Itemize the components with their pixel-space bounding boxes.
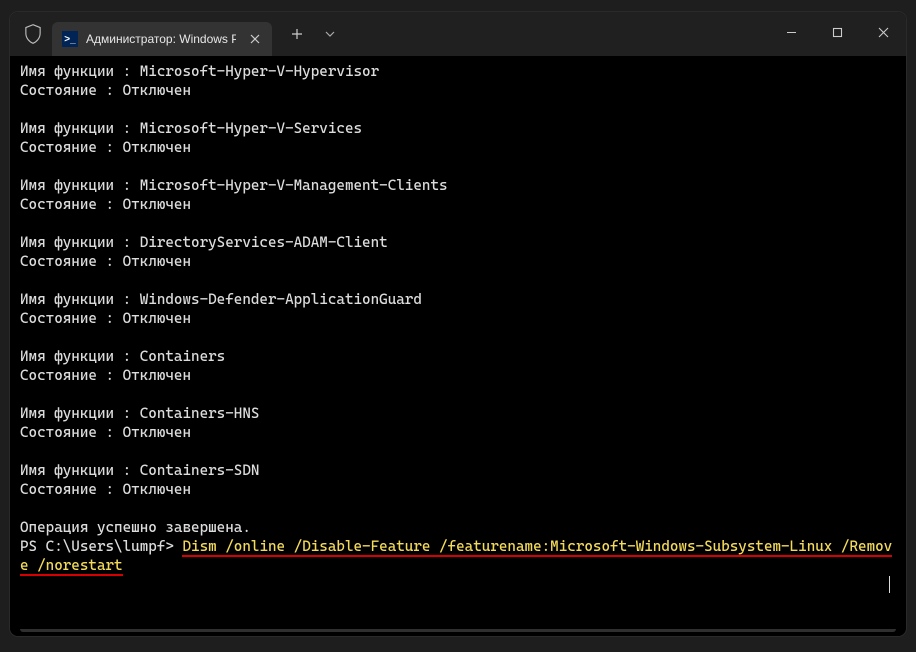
new-tab-button[interactable]	[282, 19, 312, 49]
chevron-down-icon	[325, 31, 335, 37]
minimize-button[interactable]	[768, 12, 814, 52]
maximize-button[interactable]	[814, 12, 860, 52]
titlebar: >_ Администратор: Windows Po	[10, 12, 906, 56]
plus-icon	[291, 28, 303, 40]
maximize-icon	[832, 27, 843, 38]
admin-shield-icon	[24, 24, 42, 44]
window-controls	[768, 12, 906, 52]
tab-active[interactable]: >_ Администратор: Windows Po	[52, 22, 272, 56]
tab-dropdown-button[interactable]	[318, 19, 342, 49]
terminal-output: Имя функции : Microsoft-Hyper-V-Hypervis…	[20, 62, 896, 594]
close-icon	[250, 34, 260, 44]
close-icon	[878, 27, 889, 38]
cursor	[889, 576, 890, 593]
tab-close-button[interactable]	[244, 28, 266, 50]
window-bottom-edge	[20, 629, 896, 632]
terminal-window: >_ Администратор: Windows Po	[10, 12, 906, 636]
command-input: Dism /online /Disable-Feature /featurena…	[20, 538, 892, 576]
tab-title: Администратор: Windows Po	[86, 32, 236, 46]
powershell-icon: >_	[62, 31, 78, 47]
minimize-icon	[786, 27, 797, 38]
terminal-body[interactable]: Имя функции : Microsoft-Hyper-V-Hypervis…	[10, 56, 906, 636]
close-window-button[interactable]	[860, 12, 906, 52]
